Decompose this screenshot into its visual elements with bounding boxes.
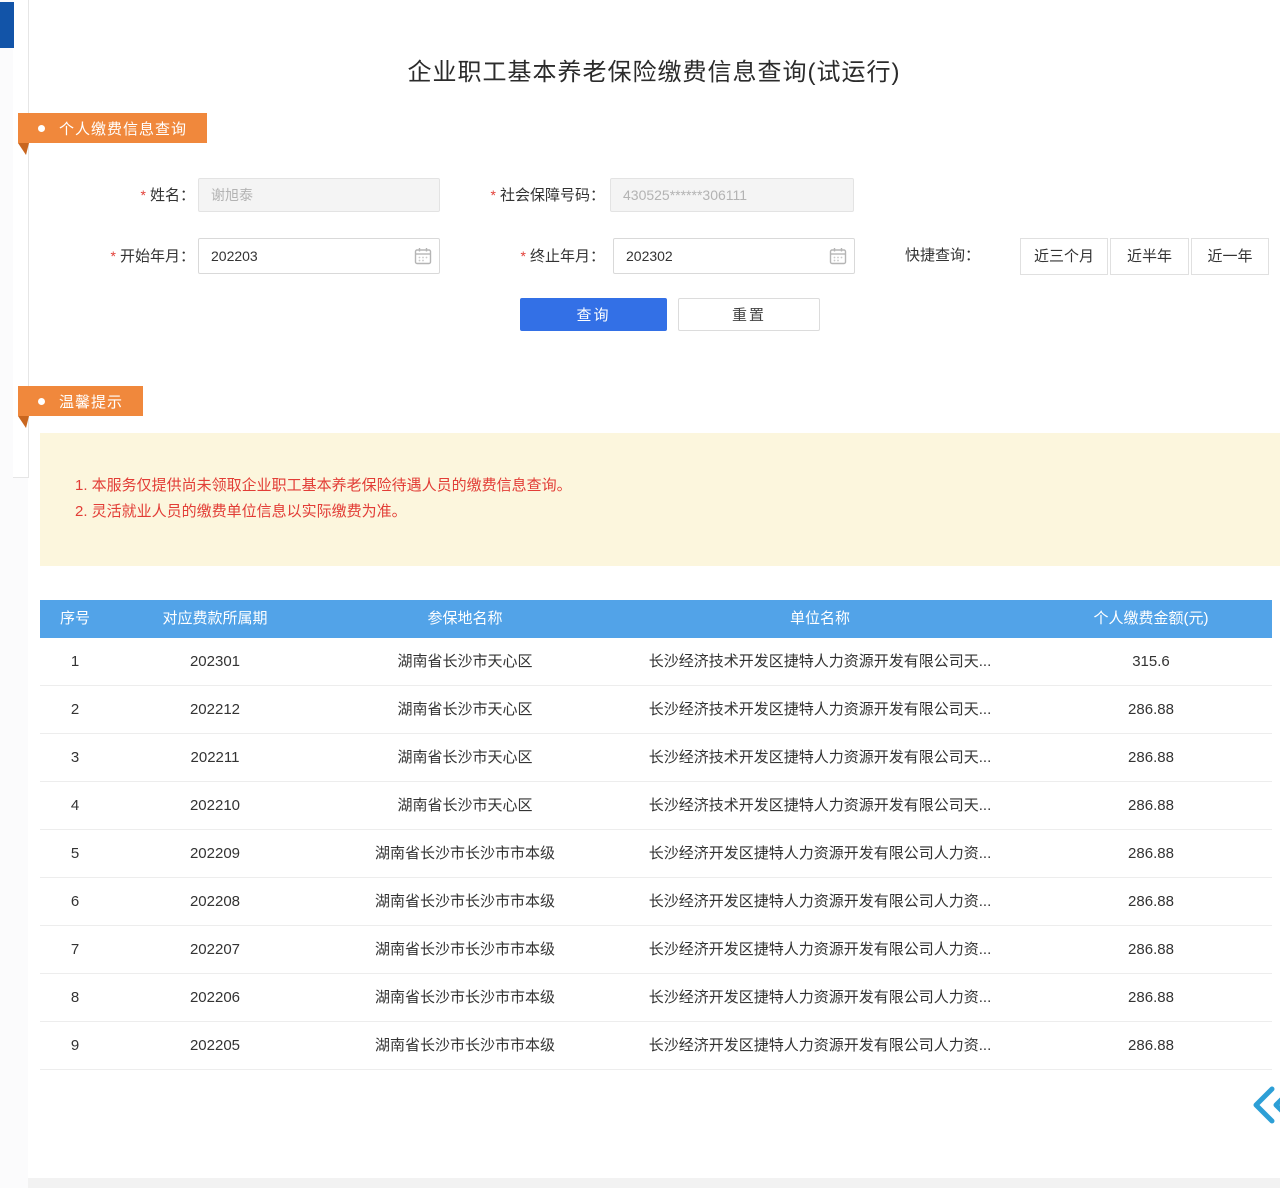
cell-index: 2 — [40, 686, 110, 733]
cell-insured-place: 湖南省长沙市长沙市市本级 — [320, 974, 610, 1021]
cell-unit-name: 长沙经济开发区捷特人力资源开发有限公司人力资... — [610, 830, 1030, 877]
cell-insured-place: 湖南省长沙市天心区 — [320, 686, 610, 733]
table-row: 1 202301 湖南省长沙市天心区 长沙经济技术开发区捷特人力资源开发有限公司… — [40, 638, 1272, 686]
table-row: 8 202206 湖南省长沙市长沙市市本级 长沙经济开发区捷特人力资源开发有限公… — [40, 974, 1272, 1022]
cell-personal-amount: 286.88 — [1030, 782, 1272, 829]
bottom-divider — [28, 1178, 1280, 1188]
cell-unit-name: 长沙经济技术开发区捷特人力资源开发有限公司天... — [610, 734, 1030, 781]
cell-insured-place: 湖南省长沙市天心区 — [320, 638, 610, 685]
collapse-panel-control[interactable] — [1252, 1083, 1280, 1127]
start-month-label: *开始年月： — [80, 247, 195, 266]
quick-option-last-year[interactable]: 近一年 — [1191, 238, 1269, 275]
payment-table: 序号 对应费款所属期 参保地名称 单位名称 个人缴费金额(元) 1 202301… — [40, 600, 1272, 1070]
ssn-label: *社会保障号码： — [445, 186, 605, 205]
cell-insured-place: 湖南省长沙市天心区 — [320, 734, 610, 781]
cell-fee-period: 202206 — [110, 974, 320, 1021]
header-cell-index: 序号 — [40, 600, 110, 638]
quick-option-last-half-year[interactable]: 近半年 — [1110, 238, 1189, 275]
cell-unit-name: 长沙经济技术开发区捷特人力资源开发有限公司天... — [610, 638, 1030, 685]
header-cell-fee-period: 对应费款所属期 — [110, 600, 320, 638]
cell-index: 5 — [40, 830, 110, 877]
cell-fee-period: 202209 — [110, 830, 320, 877]
section-badge-tips: 温馨提示 — [18, 386, 143, 416]
table-row: 3 202211 湖南省长沙市天心区 长沙经济技术开发区捷特人力资源开发有限公司… — [40, 734, 1272, 782]
calendar-icon[interactable] — [829, 247, 847, 265]
cell-personal-amount: 286.88 — [1030, 974, 1272, 1021]
cell-fee-period: 202210 — [110, 782, 320, 829]
cell-personal-amount: 286.88 — [1030, 686, 1272, 733]
cell-fee-period: 202207 — [110, 926, 320, 973]
cell-index: 3 — [40, 734, 110, 781]
required-asterisk: * — [111, 248, 116, 264]
cell-index: 6 — [40, 878, 110, 925]
double-chevron-left-icon[interactable] — [1252, 1083, 1280, 1127]
section-badge-label: 个人缴费信息查询 — [59, 118, 187, 139]
required-asterisk: * — [491, 187, 496, 203]
page-title: 企业职工基本养老保险缴费信息查询(试运行) — [28, 52, 1280, 87]
cell-personal-amount: 286.88 — [1030, 830, 1272, 877]
table-row: 6 202208 湖南省长沙市长沙市市本级 长沙经济开发区捷特人力资源开发有限公… — [40, 878, 1272, 926]
cell-index: 4 — [40, 782, 110, 829]
section-badge-personal-payment-query: 个人缴费信息查询 — [18, 113, 207, 143]
header-cell-personal-amount: 个人缴费金额(元) — [1030, 600, 1272, 638]
bullet-icon — [38, 398, 45, 405]
cell-index: 7 — [40, 926, 110, 973]
header-cell-insured-place: 参保地名称 — [320, 600, 610, 638]
cell-personal-amount: 286.88 — [1030, 1022, 1272, 1069]
cell-fee-period: 202301 — [110, 638, 320, 685]
table-header-row: 序号 对应费款所属期 参保地名称 单位名称 个人缴费金额(元) — [40, 600, 1272, 638]
query-button[interactable]: 查询 — [520, 298, 667, 331]
bullet-icon — [38, 125, 45, 132]
cell-fee-period: 202211 — [110, 734, 320, 781]
end-month-label: *终止年月： — [445, 247, 605, 266]
cell-personal-amount: 286.88 — [1030, 926, 1272, 973]
table-row: 4 202210 湖南省长沙市天心区 长沙经济技术开发区捷特人力资源开发有限公司… — [40, 782, 1272, 830]
table-row: 9 202205 湖南省长沙市长沙市市本级 长沙经济开发区捷特人力资源开发有限公… — [40, 1022, 1272, 1070]
cell-fee-period: 202205 — [110, 1022, 320, 1069]
cell-unit-name: 长沙经济开发区捷特人力资源开发有限公司人力资... — [610, 926, 1030, 973]
cell-insured-place: 湖南省长沙市长沙市市本级 — [320, 1022, 610, 1069]
cell-insured-place: 湖南省长沙市长沙市市本级 — [320, 878, 610, 925]
cell-personal-amount: 315.6 — [1030, 638, 1272, 685]
social-security-number-input — [610, 178, 854, 212]
table-row: 2 202212 湖南省长沙市天心区 长沙经济技术开发区捷特人力资源开发有限公司… — [40, 686, 1272, 734]
required-asterisk: * — [141, 187, 146, 203]
cell-fee-period: 202208 — [110, 878, 320, 925]
notice-line-2: 2. 灵活就业人员的缴费单位信息以实际缴费为准。 — [75, 499, 407, 525]
cell-index: 9 — [40, 1022, 110, 1069]
cell-unit-name: 长沙经济开发区捷特人力资源开发有限公司人力资... — [610, 878, 1030, 925]
start-month-input[interactable] — [198, 238, 440, 274]
name-label: *姓名： — [80, 186, 195, 205]
section-badge-label: 温馨提示 — [59, 391, 123, 412]
cell-fee-period: 202212 — [110, 686, 320, 733]
required-asterisk: * — [521, 248, 526, 264]
cell-unit-name: 长沙经济技术开发区捷特人力资源开发有限公司天... — [610, 782, 1030, 829]
cell-index: 1 — [40, 638, 110, 685]
cell-insured-place: 湖南省长沙市长沙市市本级 — [320, 830, 610, 877]
ribbon-fold-triangle — [18, 416, 29, 428]
cell-insured-place: 湖南省长沙市天心区 — [320, 782, 610, 829]
notice-line-1: 1. 本服务仅提供尚未领取企业职工基本养老保险待遇人员的缴费信息查询。 — [75, 473, 572, 499]
cell-unit-name: 长沙经济开发区捷特人力资源开发有限公司人力资... — [610, 974, 1030, 1021]
name-input — [198, 178, 440, 212]
cell-unit-name: 长沙经济开发区捷特人力资源开发有限公司人力资... — [610, 1022, 1030, 1069]
cell-insured-place: 湖南省长沙市长沙市市本级 — [320, 926, 610, 973]
table-row: 7 202207 湖南省长沙市长沙市市本级 长沙经济开发区捷特人力资源开发有限公… — [40, 926, 1272, 974]
cell-personal-amount: 286.88 — [1030, 878, 1272, 925]
quick-option-last-3-months[interactable]: 近三个月 — [1020, 238, 1108, 275]
calendar-icon[interactable] — [414, 247, 432, 265]
reset-button[interactable]: 重置 — [678, 298, 820, 331]
ribbon-fold-triangle — [18, 143, 29, 155]
notice-box: 1. 本服务仅提供尚未领取企业职工基本养老保险待遇人员的缴费信息查询。 2. 灵… — [40, 433, 1280, 566]
sidebar-blue-tab[interactable] — [0, 2, 14, 48]
cell-personal-amount: 286.88 — [1030, 734, 1272, 781]
page: 企业职工基本养老保险缴费信息查询(试运行) 个人缴费信息查询 *姓名： *社会保… — [0, 0, 1280, 1188]
table-row: 5 202209 湖南省长沙市长沙市市本级 长沙经济开发区捷特人力资源开发有限公… — [40, 830, 1272, 878]
header-cell-unit-name: 单位名称 — [610, 600, 1030, 638]
end-month-input[interactable] — [613, 238, 855, 274]
cell-index: 8 — [40, 974, 110, 1021]
quick-query-label: 快捷查询： — [905, 247, 1010, 265]
cell-unit-name: 长沙经济技术开发区捷特人力资源开发有限公司天... — [610, 686, 1030, 733]
